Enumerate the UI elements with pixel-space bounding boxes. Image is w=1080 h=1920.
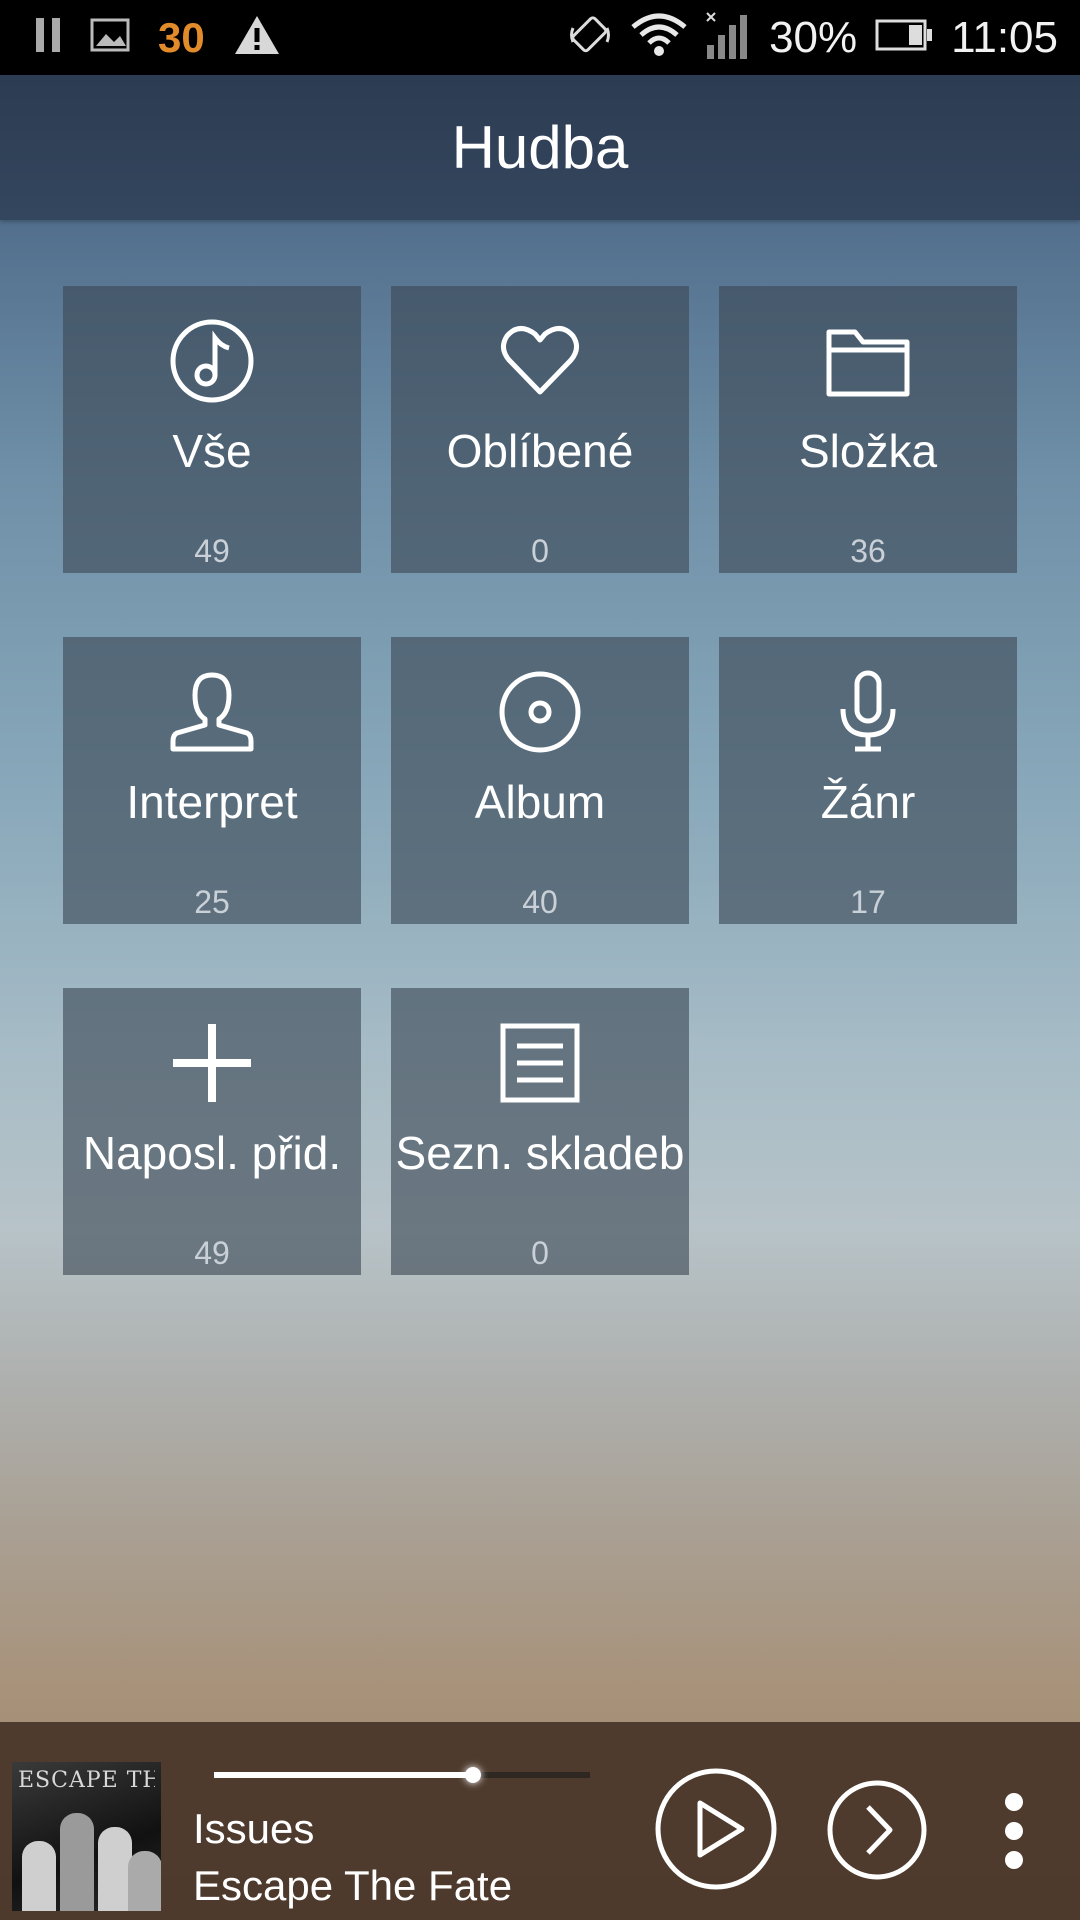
cover-text: ESCAPE THE FATE	[18, 1768, 155, 1793]
list-icon	[391, 1020, 689, 1106]
music-note-icon	[63, 318, 361, 404]
cover-figure	[60, 1813, 94, 1911]
tile-label: Naposl. přid.	[82, 1127, 342, 1179]
battery-percent: 30%	[769, 12, 858, 62]
cover-figure	[98, 1827, 132, 1911]
disc-icon	[391, 669, 689, 755]
next-button[interactable]	[826, 1779, 928, 1886]
notification-count: 30	[158, 13, 205, 61]
tile-favorites[interactable]: Oblíbené 0	[391, 286, 689, 573]
play-icon	[655, 1768, 777, 1890]
app-header: Hudba	[0, 75, 1080, 220]
person-icon	[63, 669, 361, 755]
tile-all-songs[interactable]: Vše 49	[63, 286, 361, 573]
tile-genre[interactable]: Žánr 17	[719, 637, 1017, 924]
microphone-icon	[719, 669, 1017, 755]
heart-icon	[391, 318, 689, 404]
album-cover[interactable]: ESCAPE THE FATE	[12, 1762, 161, 1911]
clock: 11:05	[951, 12, 1058, 62]
tile-label: Žánr	[820, 776, 916, 828]
play-button[interactable]	[654, 1767, 778, 1896]
overflow-menu-button[interactable]	[1000, 1792, 1028, 1875]
signal-icon	[705, 11, 751, 64]
warning-icon	[233, 14, 281, 61]
tile-playlists[interactable]: Sezn. skladeb 0	[391, 988, 689, 1275]
rotation-icon	[567, 12, 613, 63]
cover-figure	[128, 1851, 161, 1911]
folder-icon	[719, 318, 1017, 404]
chevron-right-icon	[827, 1780, 927, 1880]
tile-artist[interactable]: Interpret 25	[63, 637, 361, 924]
tile-label: Oblíbené	[446, 425, 634, 477]
tile-count: 17	[850, 884, 886, 920]
tile-label: Sezn. skladeb	[395, 1127, 685, 1179]
tile-count: 49	[194, 533, 230, 569]
plus-icon	[63, 1020, 361, 1106]
progress-fill	[214, 1772, 474, 1778]
tile-count: 36	[850, 533, 886, 569]
cover-figure	[22, 1841, 56, 1911]
tile-label: Album	[474, 776, 606, 828]
tile-label: Složka	[798, 425, 938, 477]
pause-icon	[36, 18, 62, 57]
image-icon	[90, 18, 130, 57]
tile-label: Interpret	[126, 776, 298, 828]
tile-album[interactable]: Album 40	[391, 637, 689, 924]
more-vertical-icon	[1005, 1793, 1023, 1869]
battery-icon	[875, 19, 933, 56]
tile-recently-added[interactable]: Naposl. přid. 49	[63, 988, 361, 1275]
progress-bar[interactable]	[214, 1767, 590, 1783]
tile-count: 40	[522, 884, 558, 920]
track-title: Issues	[193, 1805, 315, 1852]
tile-count: 49	[194, 1235, 230, 1271]
wifi-icon	[631, 13, 687, 62]
tile-count: 25	[194, 884, 230, 920]
tile-label: Vše	[172, 425, 252, 477]
status-bar: 30 30% 11:05	[0, 0, 1080, 75]
tile-count: 0	[531, 1235, 549, 1271]
tile-folder[interactable]: Složka 36	[719, 286, 1017, 573]
track-artist: Escape The Fate	[193, 1862, 513, 1909]
page-title: Hudba	[451, 114, 629, 181]
tile-count: 0	[531, 533, 549, 569]
